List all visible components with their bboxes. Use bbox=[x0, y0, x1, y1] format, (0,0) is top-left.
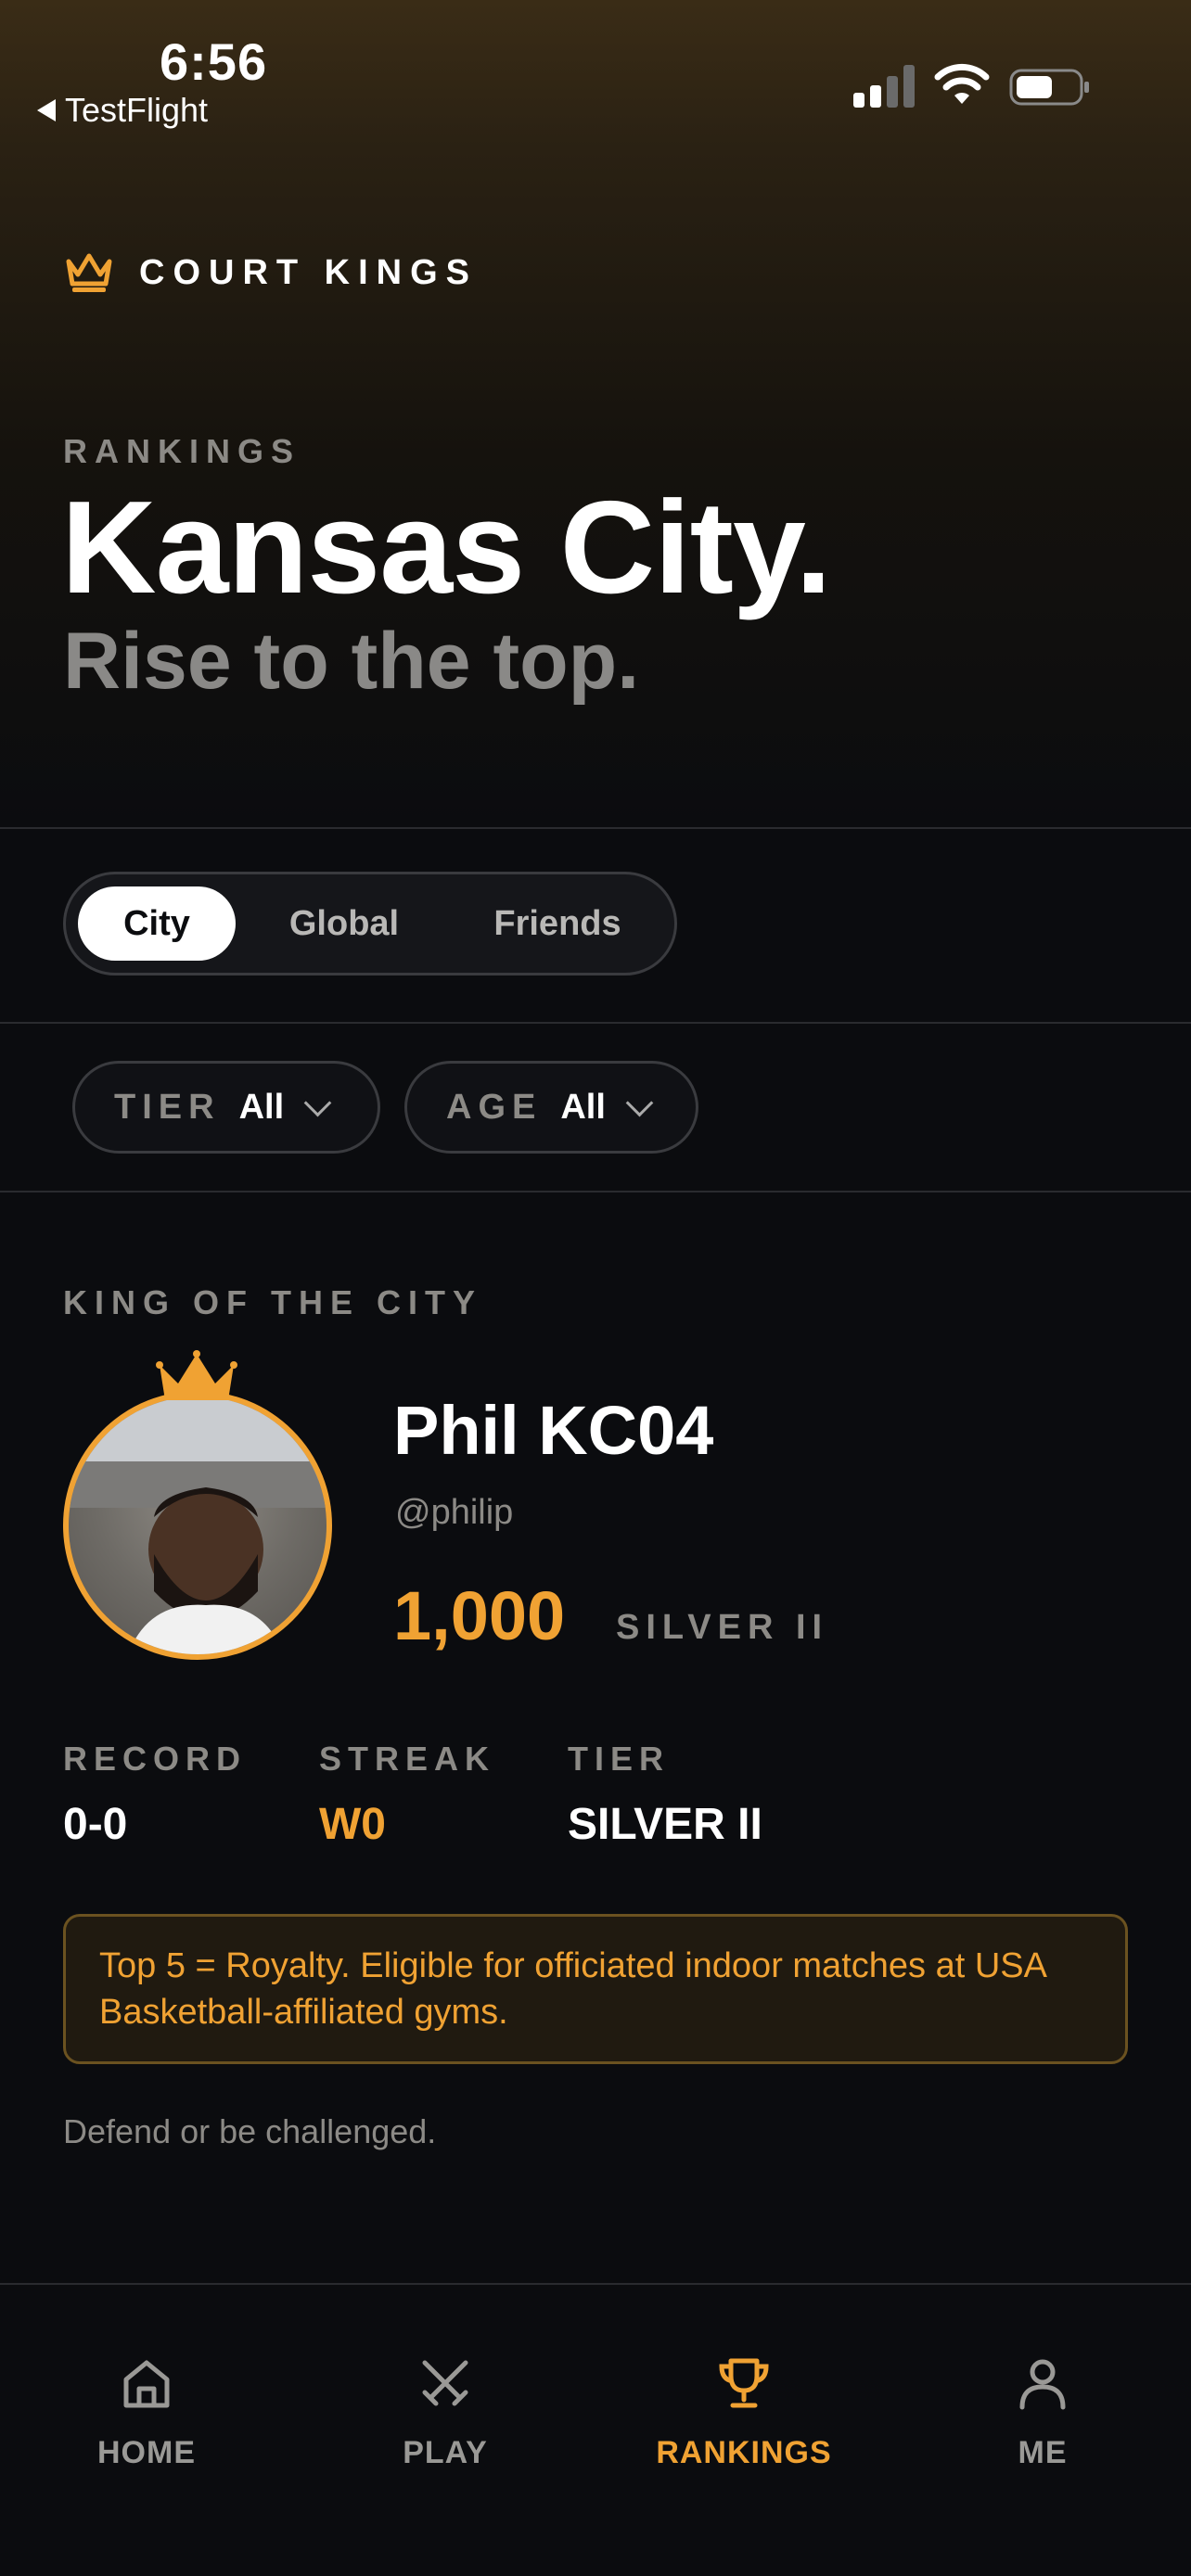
king-points: 1,000 bbox=[393, 1577, 566, 1654]
nav-play-label: PLAY bbox=[403, 2435, 488, 2470]
home-icon bbox=[123, 2360, 170, 2408]
king-name: Phil KC04 bbox=[393, 1392, 714, 1469]
stat-streak-value: W0 bbox=[319, 1800, 386, 1849]
tier-filter-dropdown[interactable]: TIER All bbox=[72, 1061, 380, 1154]
section-label-king: KING OF THE CITY bbox=[63, 1283, 482, 1321]
back-label: TestFlight bbox=[65, 91, 209, 129]
back-to-testflight[interactable]: TestFlight bbox=[37, 91, 208, 130]
age-filter-dropdown[interactable]: AGE All bbox=[404, 1061, 698, 1154]
stat-streak-label: STREAK bbox=[319, 1740, 496, 1778]
nav-rankings[interactable]: RANKINGS bbox=[633, 2355, 855, 2471]
avatar-photo bbox=[69, 1396, 327, 1654]
royalty-notice: Top 5 = Royalty. Eligible for officiated… bbox=[63, 1914, 1128, 2064]
wifi-icon bbox=[934, 63, 990, 104]
chevron-down-icon bbox=[625, 1089, 654, 1116]
nav-me[interactable]: ME bbox=[931, 2355, 1154, 2471]
stat-tier-label: TIER bbox=[568, 1740, 671, 1778]
tier-filter-value: All bbox=[238, 1087, 285, 1127]
trophy-icon bbox=[719, 2358, 769, 2408]
divider bbox=[0, 1022, 1191, 1024]
stat-record-label: RECORD bbox=[63, 1740, 248, 1778]
nav-me-label: ME bbox=[1018, 2435, 1068, 2470]
king-points-tier: SILVER II bbox=[616, 1608, 829, 1647]
tab-city[interactable]: City bbox=[78, 886, 236, 961]
page-title: Kansas City. bbox=[61, 474, 832, 621]
chevron-down-icon bbox=[303, 1089, 332, 1116]
cellular-signal-icon bbox=[853, 65, 915, 108]
nav-play[interactable]: PLAY bbox=[334, 2355, 557, 2471]
nav-rankings-label: RANKINGS bbox=[656, 2435, 832, 2470]
stat-tier-value: SILVER II bbox=[568, 1800, 762, 1849]
divider bbox=[0, 827, 1191, 829]
age-filter-label: AGE bbox=[446, 1087, 543, 1127]
crown-icon bbox=[66, 253, 112, 292]
king-avatar[interactable] bbox=[63, 1391, 332, 1660]
page-subtitle: Rise to the top. bbox=[63, 617, 640, 706]
person-icon bbox=[1019, 2359, 1066, 2410]
stat-record-value: 0-0 bbox=[63, 1800, 128, 1849]
brand-name: COURT KINGS bbox=[139, 252, 478, 292]
king-tagline: Defend or be challenged. bbox=[63, 2112, 437, 2150]
king-crown-icon bbox=[156, 1350, 237, 1400]
scope-segmented-control: City Global Friends bbox=[63, 872, 677, 976]
tab-global[interactable]: Global bbox=[251, 886, 437, 961]
nav-home[interactable]: HOME bbox=[35, 2355, 258, 2471]
brand-lockup: COURT KINGS bbox=[63, 250, 478, 295]
divider bbox=[0, 2283, 1191, 2285]
divider bbox=[0, 1191, 1191, 1192]
status-time: 6:56 bbox=[160, 32, 268, 91]
avatar bbox=[63, 1391, 332, 1660]
nav-home-label: HOME bbox=[97, 2435, 196, 2470]
tab-friends[interactable]: Friends bbox=[455, 886, 660, 961]
tier-filter-label: TIER bbox=[114, 1087, 221, 1127]
battery-icon bbox=[1009, 69, 1089, 106]
age-filter-value: All bbox=[560, 1087, 606, 1127]
back-arrow-icon bbox=[37, 99, 56, 121]
king-handle: @philip bbox=[395, 1493, 514, 1532]
page-eyebrow: RANKINGS bbox=[63, 432, 301, 470]
crossed-swords-icon bbox=[422, 2360, 468, 2406]
